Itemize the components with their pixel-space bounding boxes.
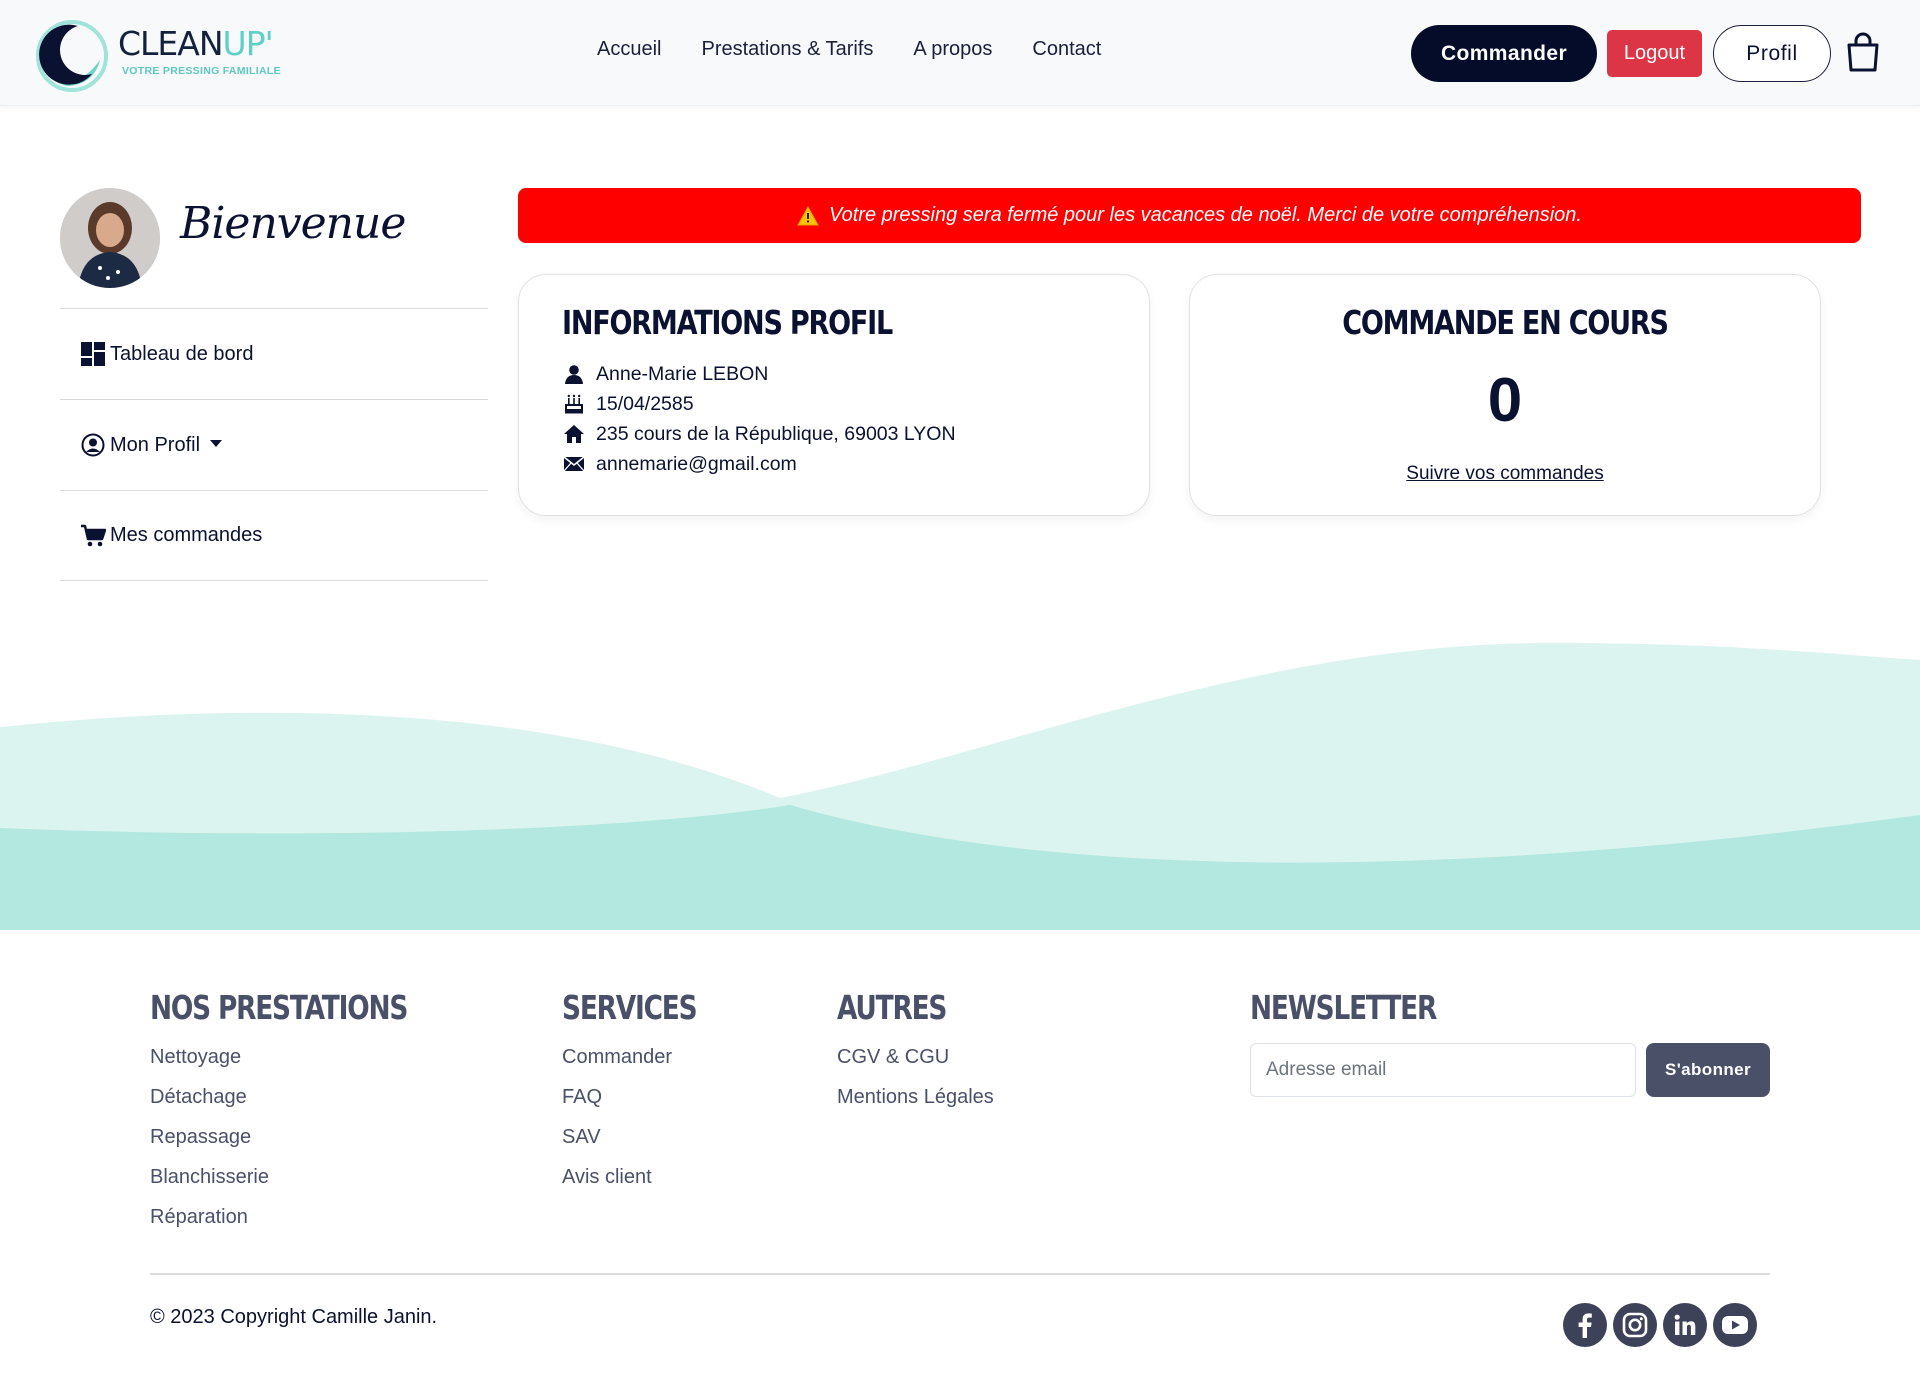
user-icon	[562, 363, 586, 385]
profile-name-row: Anne-Marie LEBON	[562, 359, 956, 389]
top-navbar: CLEANUP' VOTRE PRESSING FAMILIALE Accuei…	[0, 0, 1920, 106]
profile-address: 235 cours de la République, 69003 LYON	[596, 422, 956, 445]
commander-button[interactable]: Commander	[1411, 25, 1597, 82]
closure-alert: Votre pressing sera fermé pour les vacan…	[518, 188, 1861, 243]
logo-mark-icon	[36, 20, 108, 92]
social-links	[1563, 1303, 1757, 1347]
avatar	[60, 188, 160, 288]
footer-link-nettoyage[interactable]: Nettoyage	[150, 1037, 472, 1077]
footer-link-reparation[interactable]: Réparation	[150, 1197, 472, 1237]
cleanup-logo[interactable]: CLEANUP' VOTRE PRESSING FAMILIALE	[34, 18, 294, 92]
instagram-icon[interactable]	[1613, 1303, 1657, 1347]
nav-accueil[interactable]: Accueil	[597, 38, 661, 61]
sidebar-item-dashboard[interactable]: Tableau de bord	[60, 308, 488, 399]
sidebar-item-label: Mon Profil	[110, 433, 201, 456]
footer-divider	[150, 1273, 1770, 1275]
footer-link-commander[interactable]: Commander	[562, 1037, 730, 1077]
envelope-icon	[562, 453, 586, 475]
sidebar-item-profile[interactable]: Mon Profil	[60, 399, 488, 490]
orders-card-title: COMMANDE EN COURS	[1342, 303, 1669, 342]
footer-services-title: SERVICES	[562, 988, 698, 1027]
profile-email: annemarie@gmail.com	[596, 452, 797, 475]
sidebar-item-label: Mes commandes	[110, 524, 263, 546]
footer-link-sav[interactable]: SAV	[562, 1117, 730, 1157]
footer-autres: AUTRES CGV & CGU Mentions Légales	[837, 988, 994, 1117]
logo-tagline: VOTRE PRESSING FAMILIALE	[122, 65, 281, 77]
footer-autres-title: AUTRES	[837, 988, 947, 1027]
youtube-icon[interactable]	[1713, 1303, 1757, 1347]
profile-info-card: INFORMATIONS PROFIL Anne-Marie LEBON 15/…	[518, 274, 1150, 516]
footer-link-blanchisserie[interactable]: Blanchisserie	[150, 1157, 472, 1197]
main-nav: Accueil Prestations & Tarifs A propos Co…	[597, 38, 1101, 61]
follow-orders-link[interactable]: Suivre vos commandes	[1190, 463, 1820, 485]
footer-link-repassage[interactable]: Repassage	[150, 1117, 472, 1157]
footer-link-avis-client[interactable]: Avis client	[562, 1157, 730, 1197]
logout-button[interactable]: Logout	[1607, 30, 1702, 77]
warning-icon	[797, 205, 819, 225]
cart-icon	[80, 523, 106, 549]
dashboard-icon	[80, 341, 106, 367]
footer-services: SERVICES Commander FAQ SAV Avis client	[562, 988, 730, 1197]
sidebar-menu: Tableau de bord Mon Profil Mes commandes	[60, 308, 488, 581]
profil-button[interactable]: Profil	[1713, 25, 1831, 82]
footer-newsletter: NEWSLETTER	[1250, 988, 1483, 1037]
nav-contact[interactable]: Contact	[1032, 38, 1101, 61]
footer-link-faq[interactable]: FAQ	[562, 1077, 730, 1117]
subscribe-button[interactable]: S'abonner	[1646, 1043, 1770, 1097]
decorative-waves	[0, 642, 1920, 930]
welcome-heading: Bienvenue	[180, 198, 406, 249]
facebook-icon[interactable]	[1563, 1303, 1607, 1347]
birthday-cake-icon	[562, 393, 586, 415]
footer-prestations-title: NOS PRESTATIONS	[150, 988, 408, 1027]
newsletter-email-input[interactable]	[1250, 1043, 1636, 1097]
page: CLEANUP' VOTRE PRESSING FAMILIALE Accuei…	[0, 0, 1920, 1384]
current-orders-card: COMMANDE EN COURS 0 Suivre vos commandes	[1189, 274, 1821, 516]
shopping-bag-icon[interactable]	[1846, 31, 1880, 73]
alert-message: Votre pressing sera fermé pour les vacan…	[829, 204, 1582, 226]
user-photo-icon	[60, 188, 160, 288]
nav-prestations-tarifs[interactable]: Prestations & Tarifs	[701, 38, 873, 61]
footer-prestations: NOS PRESTATIONS Nettoyage Détachage Repa…	[150, 988, 472, 1237]
user-circle-icon	[80, 432, 106, 458]
profile-name: Anne-Marie LEBON	[596, 362, 769, 385]
footer-link-detachage[interactable]: Détachage	[150, 1077, 472, 1117]
profile-birthdate: 15/04/2585	[596, 392, 694, 415]
chevron-down-icon	[210, 439, 223, 447]
profile-address-row: 235 cours de la République, 69003 LYON	[562, 419, 956, 449]
copyright-text: © 2023 Copyright Camille Janin.	[150, 1306, 438, 1328]
home-icon	[562, 423, 586, 445]
nav-a-propos[interactable]: A propos	[913, 38, 992, 61]
sidebar-item-orders[interactable]: Mes commandes	[60, 490, 488, 581]
profile-birthdate-row: 15/04/2585	[562, 389, 956, 419]
footer-link-cgv-cgu[interactable]: CGV & CGU	[837, 1037, 994, 1077]
sidebar-item-label: Tableau de bord	[110, 342, 254, 365]
logo-wordmark: CLEANUP'	[118, 24, 274, 63]
profile-email-row: annemarie@gmail.com	[562, 449, 956, 479]
linkedin-icon[interactable]	[1663, 1303, 1707, 1347]
footer-link-mentions-legales[interactable]: Mentions Légales	[837, 1077, 994, 1117]
profile-card-title: INFORMATIONS PROFIL	[562, 303, 893, 342]
footer-newsletter-title: NEWSLETTER	[1250, 988, 1437, 1027]
profile-info-list: Anne-Marie LEBON 15/04/2585 235 cours de…	[562, 359, 956, 479]
orders-count: 0	[1487, 366, 1523, 435]
